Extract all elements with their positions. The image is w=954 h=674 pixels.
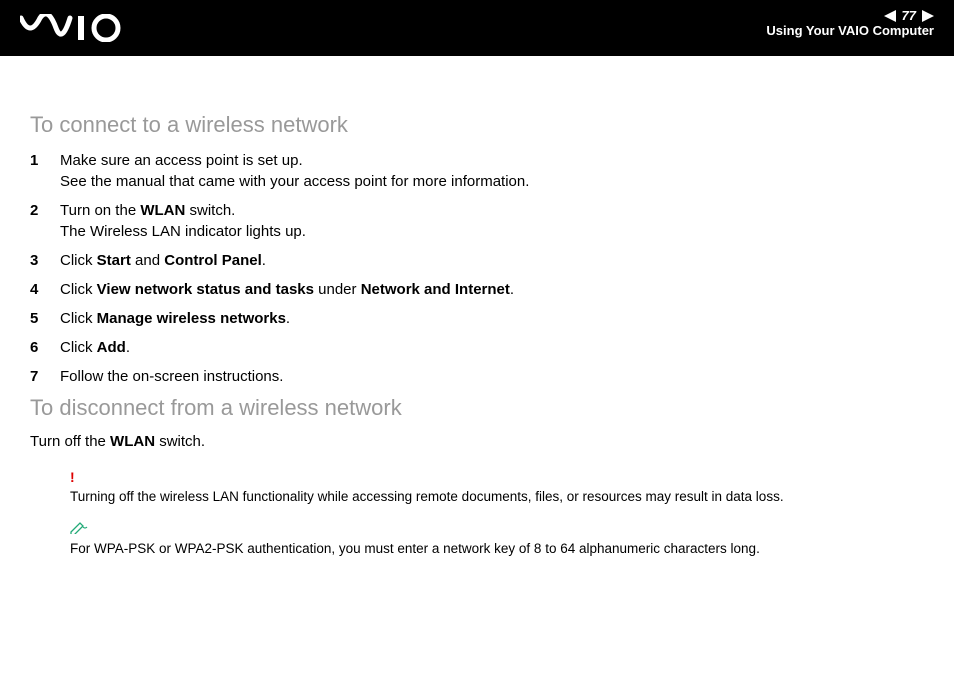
step-number: 2 xyxy=(30,200,60,242)
steps-connect: 1 Make sure an access point is set up. S… xyxy=(30,150,924,387)
step-number: 4 xyxy=(30,279,60,300)
step-number: 5 xyxy=(30,308,60,329)
header-bar: 77 Using Your VAIO Computer xyxy=(0,0,954,56)
heading-disconnect: To disconnect from a wireless network xyxy=(30,395,924,421)
disconnect-text: Turn off the WLAN switch. xyxy=(30,433,924,450)
section-title: Using Your VAIO Computer xyxy=(766,23,934,38)
step-number: 3 xyxy=(30,250,60,271)
warning-note: ! Turning off the wireless LAN functiona… xyxy=(70,468,924,506)
step-6: 6 Click Add. xyxy=(30,337,924,358)
pencil-icon xyxy=(70,522,88,534)
step-text: Click Add. xyxy=(60,337,924,358)
page-number: 77 xyxy=(902,8,916,23)
step-7: 7 Follow the on-screen instructions. xyxy=(30,366,924,387)
vaio-logo xyxy=(20,14,130,47)
warning-icon: ! xyxy=(70,468,924,487)
next-page-icon[interactable] xyxy=(922,10,934,22)
step-number: 1 xyxy=(30,150,60,192)
page-nav: 77 xyxy=(766,8,934,23)
step-text: Click View network status and tasks unde… xyxy=(60,279,924,300)
step-1: 1 Make sure an access point is set up. S… xyxy=(30,150,924,192)
warning-text: Turning off the wireless LAN functionali… xyxy=(70,489,784,504)
step-2: 2 Turn on the WLAN switch. The Wireless … xyxy=(30,200,924,242)
step-3: 3 Click Start and Control Panel. xyxy=(30,250,924,271)
step-text: Turn on the WLAN switch. The Wireless LA… xyxy=(60,200,924,242)
step-5: 5 Click Manage wireless networks. xyxy=(30,308,924,329)
page-content: To connect to a wireless network 1 Make … xyxy=(0,56,954,559)
step-text: Click Start and Control Panel. xyxy=(60,250,924,271)
step-text: Follow the on-screen instructions. xyxy=(60,366,924,387)
step-number: 6 xyxy=(30,337,60,358)
step-number: 7 xyxy=(30,366,60,387)
step-text: Make sure an access point is set up. See… xyxy=(60,150,924,192)
tip-note: For WPA-PSK or WPA2-PSK authentication, … xyxy=(70,522,924,558)
step-text: Click Manage wireless networks. xyxy=(60,308,924,329)
tip-text: For WPA-PSK or WPA2-PSK authentication, … xyxy=(70,541,760,556)
prev-page-icon[interactable] xyxy=(884,10,896,22)
heading-connect: To connect to a wireless network xyxy=(30,112,924,138)
step-4: 4 Click View network status and tasks un… xyxy=(30,279,924,300)
